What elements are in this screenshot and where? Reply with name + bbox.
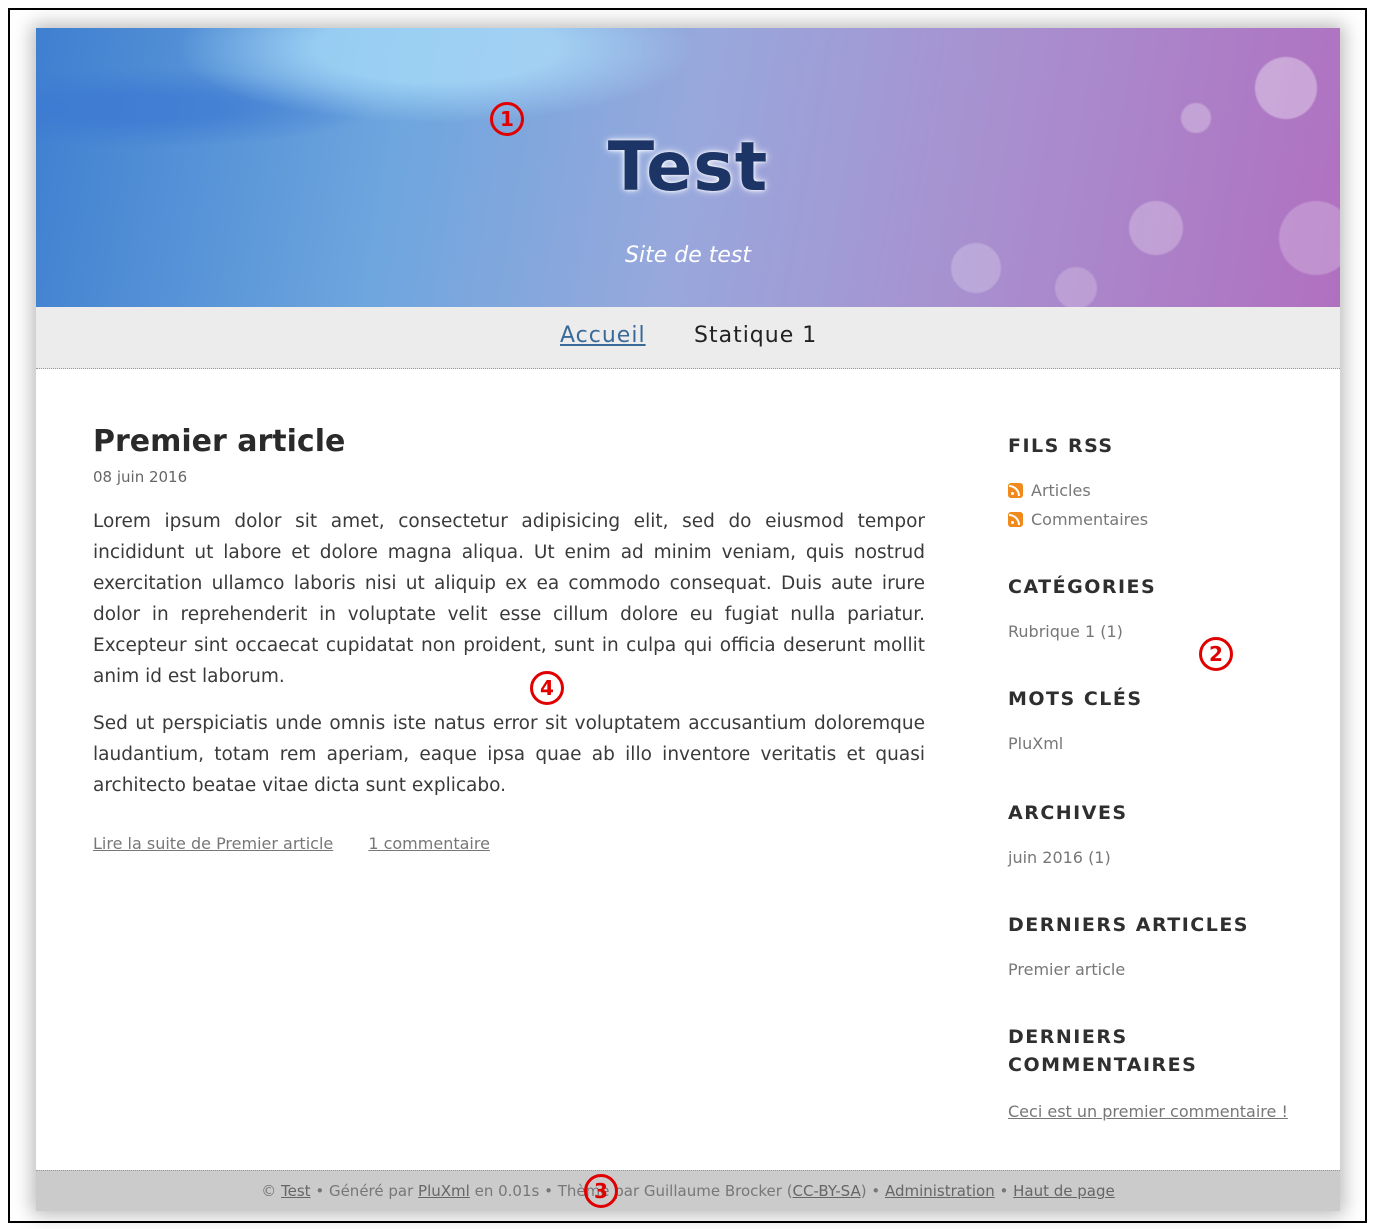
sidebar-rss-title: FILS RSS — [1008, 435, 1114, 457]
latest-comments-title-line1: DERNIERS — [1008, 1026, 1128, 1048]
sidebar-categories-title: CATÉGORIES — [1008, 576, 1157, 598]
rss-list: Articles Commentaires — [1008, 476, 1298, 535]
read-more-link[interactable]: Lire la suite de Premier article — [93, 834, 333, 853]
latest-comment-item[interactable]: Ceci est un premier commentaire ! — [1008, 1097, 1298, 1127]
footer: © Test • Généré par PluXml en 0.01s • Th… — [36, 1170, 1340, 1211]
latest-comments-title-line2: COMMENTAIRES — [1008, 1054, 1198, 1076]
sidebar-archives-title: ARCHIVES — [1008, 802, 1128, 824]
footer-license-link[interactable]: CC-BY-SA — [793, 1182, 861, 1200]
sidebar-latest-articles-title: DERNIERS ARTICLES — [1008, 914, 1249, 936]
nav-item-statique-1[interactable]: Statique 1 — [694, 323, 817, 348]
site-title[interactable]: Test — [36, 128, 1340, 207]
archives-list: juin 2016 (1) — [1008, 843, 1298, 873]
latest-comments-list: Ceci est un premier commentaire ! — [1008, 1097, 1298, 1127]
annotation-marker-1: 1 — [490, 102, 524, 136]
sidebar-tags-title: MOTS CLÉS — [1008, 688, 1143, 710]
rss-item-label: Articles — [1031, 481, 1091, 500]
comments-link[interactable]: 1 commentaire — [368, 834, 490, 853]
footer-admin-link[interactable]: Administration — [885, 1182, 995, 1200]
tags-list: PluXml — [1008, 729, 1298, 759]
article-title[interactable]: Premier article — [93, 424, 345, 459]
archive-item[interactable]: juin 2016 (1) — [1008, 843, 1298, 873]
annotation-marker-3: 3 — [584, 1174, 618, 1208]
categories-list: Rubrique 1 (1) — [1008, 617, 1298, 647]
site-subtitle: Site de test — [625, 243, 751, 268]
footer-separator: • — [999, 1182, 1009, 1200]
footer-site-link[interactable]: Test — [281, 1182, 311, 1200]
rss-icon — [1008, 512, 1023, 527]
article-paragraph: Lorem ipsum dolor sit amet, consectetur … — [93, 511, 925, 687]
sidebar-latest-comments-title: DERNIERS COMMENTAIRES — [1008, 1023, 1298, 1079]
rss-item-label: Commentaires — [1031, 510, 1149, 529]
article-paragraph: Sed ut perspiciatis unde omnis iste natu… — [93, 713, 925, 796]
header-banner: Test Site de test — [36, 28, 1340, 307]
category-item[interactable]: Rubrique 1 (1) — [1008, 617, 1298, 647]
nav-item-accueil[interactable]: Accueil — [560, 323, 646, 348]
rss-item-articles[interactable]: Articles — [1008, 476, 1298, 506]
latest-articles-list: Premier article — [1008, 955, 1298, 985]
annotation-marker-4: 4 — [530, 671, 564, 705]
page-container: Test Site de test Accueil Statique 1 Pre… — [36, 28, 1340, 1211]
latest-comment-link[interactable]: Ceci est un premier commentaire ! — [1008, 1102, 1288, 1121]
tag-item[interactable]: PluXml — [1008, 729, 1298, 759]
article-date: 08 juin 2016 — [93, 468, 188, 486]
sidebar: FILS RSS Articles Commentaires CATÉGORIE… — [1008, 432, 1298, 1127]
rss-icon — [1008, 483, 1023, 498]
article-body: Lorem ipsum dolor sit amet, consectetur … — [93, 506, 925, 817]
footer-after-license: ) • — [860, 1182, 881, 1200]
rss-item-comments[interactable]: Commentaires — [1008, 505, 1298, 535]
footer-pluxml-link[interactable]: PluXml — [418, 1182, 470, 1200]
footer-top-link[interactable]: Haut de page — [1013, 1182, 1115, 1200]
article-links: Lire la suite de Premier article 1 comme… — [93, 834, 520, 853]
annotation-marker-2: 2 — [1199, 637, 1233, 671]
main-nav: Accueil Statique 1 — [36, 307, 1340, 369]
footer-copyright: © — [261, 1182, 277, 1200]
footer-theme-by: par Guillaume Brocker ( — [614, 1182, 793, 1200]
latest-article-item[interactable]: Premier article — [1008, 955, 1298, 985]
footer-generated-by: • Généré par — [315, 1182, 414, 1200]
